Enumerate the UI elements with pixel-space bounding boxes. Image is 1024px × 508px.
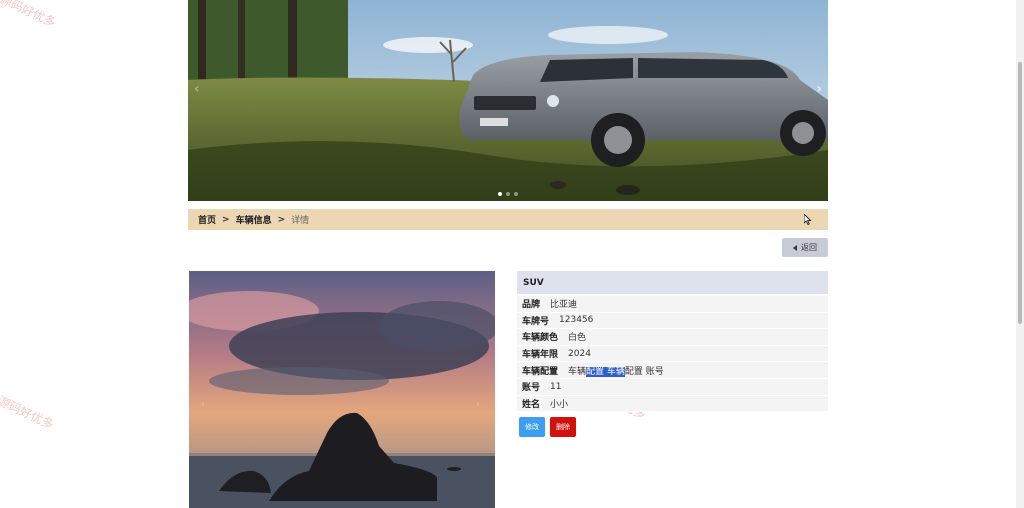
hero-carousel[interactable]: ‹ ›	[188, 0, 828, 201]
caret-left-icon	[793, 244, 797, 251]
detail-value: 比亚迪	[550, 300, 578, 311]
delete-button[interactable]: 删除	[550, 417, 576, 437]
detail-value: 车辆配置 车辆配置 账号	[568, 364, 664, 377]
config-text: 配置 账号	[624, 366, 664, 377]
breadcrumb-home[interactable]: 首页	[198, 213, 216, 226]
detail-label: 品牌	[522, 300, 541, 311]
detail-row-name: 姓名 小小	[517, 396, 828, 413]
watermark: 源码好优多	[0, 393, 56, 432]
scrollbar-thumb[interactable]	[1018, 62, 1022, 324]
config-text: 车辆	[568, 366, 587, 377]
page-scrollbar[interactable]	[1016, 0, 1024, 508]
breadcrumb: 首页 > 车辆信息 > 详情	[188, 209, 828, 230]
detail-row-year: 车辆年限 2024	[517, 346, 828, 363]
hero-car-image	[188, 0, 828, 201]
photo-prev-arrow[interactable]: ‹	[201, 399, 205, 410]
breadcrumb-current: 详情	[291, 216, 310, 226]
hero-dot[interactable]	[506, 192, 510, 196]
detail-value: 白色	[568, 333, 587, 344]
detail-row-plate: 车牌号 123456	[517, 313, 828, 330]
detail-value: 2024	[568, 348, 591, 359]
vehicle-photo	[189, 271, 495, 508]
detail-row-brand: 品牌 比亚迪	[517, 296, 828, 313]
detail-actions: 修改 删除	[519, 417, 576, 437]
hero-dot[interactable]	[514, 192, 518, 196]
breadcrumb-section[interactable]: 车辆信息	[236, 213, 272, 226]
detail-label: 车辆配置	[522, 366, 559, 377]
detail-label: 车牌号	[522, 316, 550, 327]
edit-button[interactable]: 修改	[519, 417, 545, 437]
detail-value: 小小	[550, 399, 569, 410]
hero-dot[interactable]	[498, 192, 502, 196]
watermark: 源码好优多	[0, 0, 58, 30]
vehicle-type-title: SUV	[517, 271, 828, 294]
breadcrumb-separator: >	[277, 214, 286, 225]
detail-row-color: 车辆颜色 白色	[517, 329, 828, 346]
hero-dots	[188, 192, 828, 196]
vehicle-detail-list: 品牌 比亚迪 车牌号 123456 车辆颜色 白色 车辆年限 2024 车辆配置…	[517, 296, 828, 413]
detail-label: 车辆年限	[522, 350, 559, 361]
detail-label: 姓名	[522, 399, 541, 410]
hero-next-arrow[interactable]: ›	[816, 82, 822, 96]
photo-next-arrow[interactable]: ›	[476, 399, 480, 410]
mouse-cursor-icon	[804, 214, 812, 225]
detail-row-account: 账号 11	[517, 379, 828, 396]
hero-prev-arrow[interactable]: ‹	[194, 82, 200, 96]
detail-value: 11	[550, 381, 562, 392]
detail-label: 账号	[522, 383, 541, 394]
breadcrumb-separator: >	[222, 214, 230, 225]
back-button-label: 返回	[801, 243, 817, 252]
detail-label: 车辆颜色	[522, 333, 559, 344]
vehicle-photo-carousel[interactable]: ‹ ›	[189, 271, 495, 508]
detail-value: 123456	[559, 315, 594, 326]
detail-row-config: 车辆配置 车辆配置 车辆配置 账号	[517, 362, 828, 379]
back-button[interactable]: 返回	[782, 238, 828, 257]
selected-text: 配置 车辆	[586, 366, 625, 377]
